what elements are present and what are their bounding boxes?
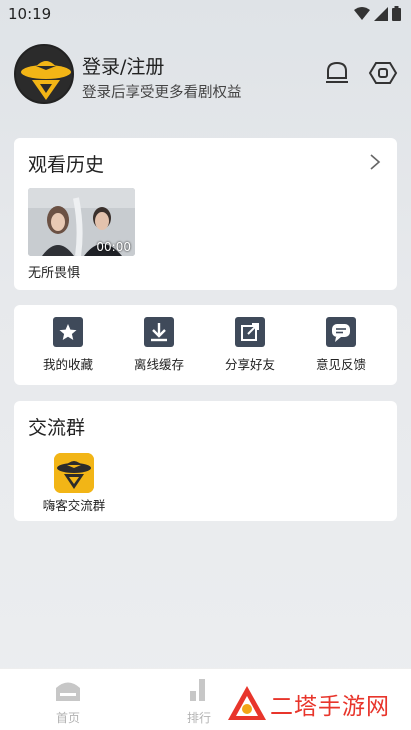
- favorites-label: 我的收藏: [42, 357, 93, 372]
- watermark-text: 二塔手游网: [270, 694, 390, 720]
- settings-icon[interactable]: [368, 58, 398, 88]
- tab-home[interactable]: 首页: [38, 677, 98, 726]
- share-label: 分享好友: [224, 357, 275, 372]
- history-item-title[interactable]: 无所畏惧: [28, 262, 80, 281]
- group-item-label: 嗨客交流群: [42, 498, 106, 513]
- profile-header[interactable]: 登录/注册 登录后享受更多看剧权益: [14, 44, 398, 106]
- group-item[interactable]: 嗨客交流群: [36, 453, 112, 514]
- ranking-icon: [190, 679, 205, 701]
- message-icon[interactable]: [322, 58, 352, 88]
- avatar[interactable]: [14, 44, 74, 104]
- watermark-logo-icon: [228, 686, 266, 720]
- status-icons: [354, 6, 401, 21]
- status-bar: 10:19: [0, 0, 411, 28]
- quick-actions-card: 我的收藏 离线缓存 分享好友 意见反馈: [14, 305, 397, 385]
- feedback-label: 意见反馈: [315, 357, 366, 372]
- feedback-icon: [326, 317, 356, 347]
- share-icon: [235, 317, 265, 347]
- tab-ranking-label: 排行: [186, 711, 211, 725]
- logo-icon: [16, 46, 72, 102]
- group-title: 交流群: [28, 417, 86, 439]
- battery-icon: [392, 6, 401, 21]
- feedback-button[interactable]: 意见反馈: [301, 317, 381, 373]
- favorites-button[interactable]: 我的收藏: [28, 317, 108, 373]
- home-icon: [56, 682, 80, 701]
- tab-ranking[interactable]: 排行: [169, 677, 229, 726]
- watermark: 二塔手游网: [226, 684, 406, 724]
- history-thumbnail[interactable]: 00:00: [28, 188, 135, 256]
- offline-cache-button[interactable]: 离线缓存: [119, 317, 199, 373]
- chevron-right-icon[interactable]: [367, 152, 383, 172]
- signal-icon: [374, 6, 388, 21]
- profile-subtitle: 登录后享受更多看剧权益: [82, 85, 242, 101]
- group-logo-icon: [54, 453, 94, 493]
- tab-home-label: 首页: [55, 711, 80, 725]
- history-duration: 00:00: [96, 240, 131, 254]
- group-card: 交流群 嗨客交流群: [14, 401, 397, 521]
- star-icon: [53, 317, 83, 347]
- login-register-link[interactable]: 登录/注册: [82, 52, 164, 79]
- status-time: 10:19: [8, 5, 52, 23]
- offline-cache-label: 离线缓存: [133, 357, 184, 372]
- wifi-icon: [354, 6, 370, 20]
- history-title: 观看历史: [28, 154, 105, 176]
- watch-history-card: 观看历史 00:00 无所畏惧: [14, 138, 397, 290]
- download-icon: [144, 317, 174, 347]
- share-button[interactable]: 分享好友: [210, 317, 290, 373]
